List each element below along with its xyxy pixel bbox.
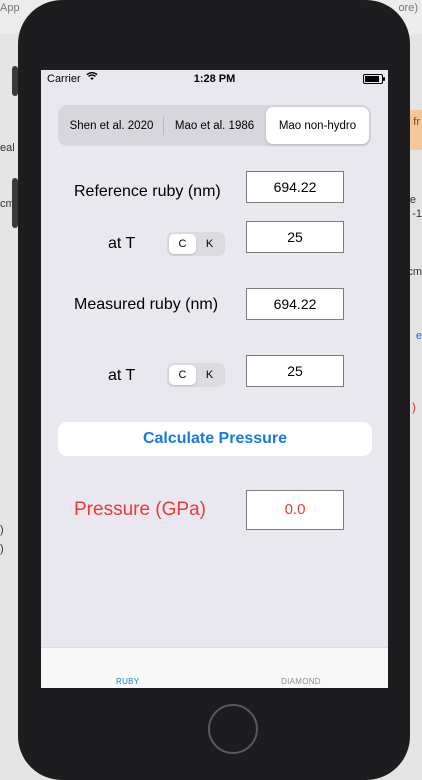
tab-bar: RUBY DIAMOND [41,647,388,688]
background-app-text: App [0,2,20,14]
background-left-text: eal [0,142,15,154]
background-red-text: ) [412,400,416,414]
background-right-text: -1 [412,208,422,220]
segment-mao-non-hydro[interactable]: Mao non-hydro [266,107,369,144]
pressure-result-field: 0.0 [246,490,344,530]
background-left-text: cm [0,198,15,210]
status-bar: Carrier 1:28 PM [41,70,388,90]
reference-ruby-field[interactable]: 694.22 [246,171,344,203]
segment-shen-2020[interactable]: Shen et al. 2020 [60,107,163,144]
reference-temp-unit-toggle: C K [167,232,225,256]
measured-unit-k[interactable]: K [196,365,223,385]
background-store-text: ore) [398,2,418,14]
battery-icon [363,74,385,84]
measured-unit-c[interactable]: C [169,365,196,385]
measured-ruby-label: Measured ruby (nm) [74,296,219,313]
measured-temp-field[interactable]: 25 [246,355,344,387]
background-right-text: fr [413,116,420,128]
app-screen: Carrier 1:28 PM Shen et al. 2020 Mao et … [41,70,388,688]
reference-ruby-label: Reference ruby (nm) [74,183,221,200]
status-time: 1:28 PM [193,73,236,85]
reference-unit-c[interactable]: C [169,234,196,254]
background-left-text: ) [0,543,4,555]
background-link: e [415,330,422,342]
calculate-pressure-button[interactable]: Calculate Pressure [58,422,372,456]
tab-diamond[interactable]: DIAMOND [281,677,321,686]
reference-unit-k[interactable]: K [196,234,223,254]
measured-ruby-field[interactable]: 694.22 [246,288,344,320]
home-button[interactable] [208,704,258,754]
background-left-text: ) [0,524,4,536]
segment-mao-1986[interactable]: Mao et al. 1986 [163,107,266,144]
tab-ruby[interactable]: RUBY [116,677,139,686]
reference-temp-label: at T [108,235,136,252]
background-right-text: e [409,194,416,206]
reference-temp-field[interactable]: 25 [246,221,344,253]
method-segmented-control: Shen et al. 2020 Mao et al. 1986 Mao non… [58,105,371,146]
measured-temp-label: at T [108,367,136,384]
pressure-label: Pressure (GPa) [74,499,206,520]
measured-temp-unit-toggle: C K [167,363,225,387]
